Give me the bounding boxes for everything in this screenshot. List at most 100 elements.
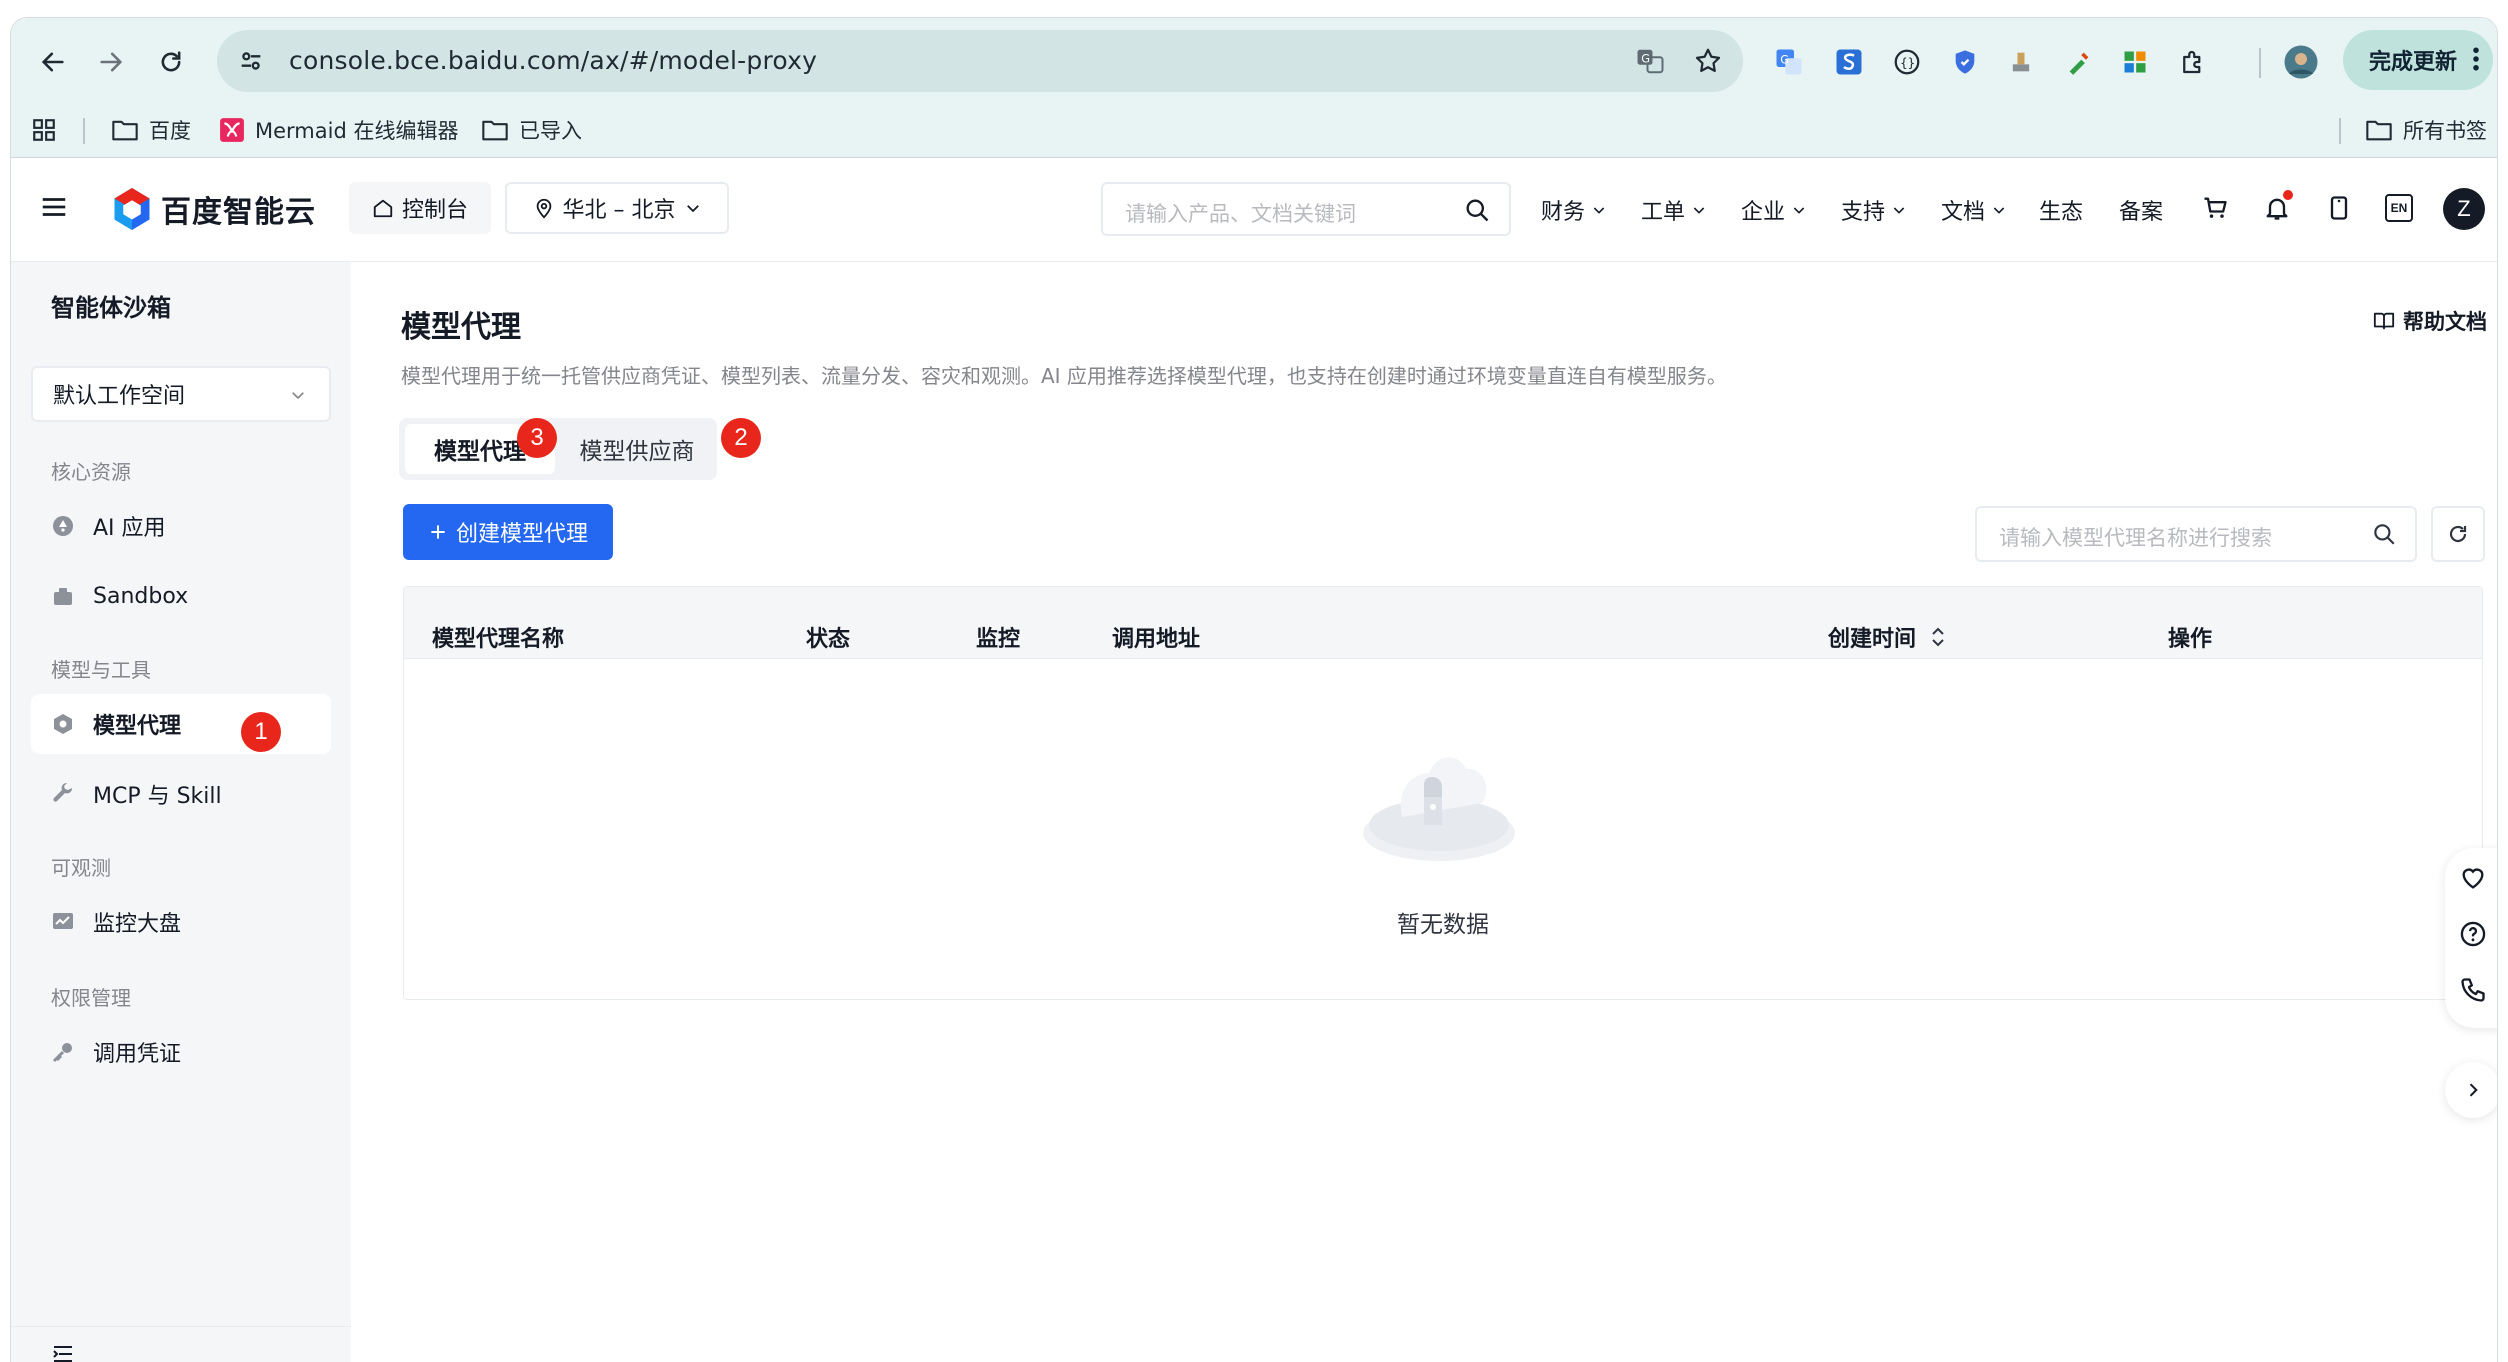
code-ext-icon[interactable]: {} xyxy=(1887,42,1927,82)
language-switch[interactable]: EN xyxy=(2385,194,2413,222)
col-status: 状态 xyxy=(806,627,851,652)
sidebar-group-core: 核心资源 xyxy=(51,460,131,484)
plus-icon xyxy=(431,525,445,539)
menu-enterprise[interactable]: 企业 xyxy=(1741,194,1807,226)
collapse-sidebar-icon[interactable] xyxy=(51,1344,75,1362)
bookmarks-divider xyxy=(83,118,85,144)
chevron-down-icon xyxy=(686,205,699,213)
bookmark-imported[interactable]: 已导入 xyxy=(481,110,582,150)
baidu-cloud-logo-icon xyxy=(114,188,150,230)
address-bar[interactable]: console.bce.baidu.com/ax/#/model-proxy G xyxy=(217,30,1743,92)
sort-icon xyxy=(1932,627,1944,647)
bookmarks-divider xyxy=(2339,118,2341,144)
page-title: 模型代理 xyxy=(401,310,521,345)
home-icon xyxy=(373,199,393,218)
col-endpoint: 调用地址 xyxy=(1112,627,1201,652)
key-icon xyxy=(52,1043,72,1063)
extensions-puzzle-icon[interactable] xyxy=(2173,42,2213,82)
favorite-icon[interactable] xyxy=(2459,864,2487,892)
page-description: 模型代理用于统一托管供应商凭证、模型列表、流量分发、容灾和观测。AI 应用推荐选… xyxy=(401,364,1727,388)
browser-window: console.bce.baidu.com/ax/#/model-proxy G… xyxy=(11,18,2497,1362)
col-name: 模型代理名称 xyxy=(432,627,565,652)
sidebar-footer-divider xyxy=(11,1326,351,1327)
url-text: console.bce.baidu.com/ax/#/model-proxy xyxy=(289,46,818,75)
shield-ext-icon[interactable] xyxy=(1945,42,1985,82)
refresh-icon xyxy=(2449,525,2467,543)
picker-ext-icon[interactable] xyxy=(2059,42,2099,82)
more-vert-icon xyxy=(2471,44,2481,74)
ai-app-icon xyxy=(53,516,73,536)
translate-icon[interactable]: G xyxy=(1635,46,1665,76)
sidebar-item-model-proxy[interactable]: 模型代理 xyxy=(31,694,331,754)
user-avatar[interactable]: Z xyxy=(2443,188,2485,230)
empty-data-text: 暂无数据 xyxy=(1397,912,1489,938)
annotation-badge-3: 3 xyxy=(517,418,557,458)
search-icon[interactable] xyxy=(2371,521,2397,547)
proxy-search-input[interactable]: 请输入模型代理名称进行搜索 xyxy=(1975,506,2417,562)
site-settings-icon[interactable] xyxy=(237,47,265,75)
model-proxy-icon xyxy=(54,714,72,734)
update-button[interactable]: 完成更新 xyxy=(2343,30,2493,90)
col-actions: 操作 xyxy=(2168,627,2213,652)
cart-icon[interactable] xyxy=(2201,194,2229,222)
bookmark-baidu[interactable]: 百度 xyxy=(111,110,191,150)
svg-text:G: G xyxy=(1780,53,1789,66)
menu-finance[interactable]: 财务 xyxy=(1541,194,1607,226)
back-button[interactable] xyxy=(31,40,75,84)
tab-model-provider[interactable]: 模型供应商 xyxy=(567,424,707,474)
help-docs-link[interactable]: 帮助文档 xyxy=(2373,306,2487,336)
location-icon xyxy=(536,198,551,219)
chevron-right-icon xyxy=(2469,1083,2478,1097)
sandbox-icon xyxy=(54,588,72,605)
forward-button[interactable] xyxy=(89,40,133,84)
apps-grid-icon[interactable] xyxy=(31,110,57,150)
all-bookmarks[interactable]: 所有书签 xyxy=(2365,110,2487,150)
phone-icon[interactable] xyxy=(2459,976,2487,1004)
google-translate-ext-icon[interactable]: G xyxy=(1769,42,1809,82)
wrench-icon xyxy=(53,782,73,802)
console-button[interactable]: 控制台 xyxy=(349,182,491,234)
menu-support[interactable]: 支持 xyxy=(1841,194,1907,226)
sidebar-item-mcp-skill[interactable]: MCP 与 Skill xyxy=(31,764,331,824)
sidebar-group-model-tools: 模型与工具 xyxy=(51,658,151,682)
bell-icon[interactable] xyxy=(2263,190,2293,222)
col-created-time[interactable]: 创建时间 xyxy=(1828,621,1946,653)
reload-button[interactable] xyxy=(149,40,193,84)
help-circle-icon[interactable] xyxy=(2459,920,2487,948)
s-ext-icon[interactable] xyxy=(1829,42,1869,82)
empty-data-icon xyxy=(1362,737,1516,863)
link-ecosystem[interactable]: 生态 xyxy=(2039,194,2083,226)
folder-icon xyxy=(112,120,138,141)
sidebar-group-observability: 可观测 xyxy=(51,856,111,880)
expand-panel-button[interactable] xyxy=(2445,1062,2497,1118)
create-model-proxy-button[interactable]: 创建模型代理 xyxy=(403,504,613,560)
bookmark-mermaid[interactable]: Mermaid 在线编辑器 xyxy=(219,110,458,150)
brand-logo[interactable]: 百度智能云 xyxy=(111,186,316,232)
star-icon[interactable] xyxy=(1693,46,1723,76)
menu-ticket[interactable]: 工单 xyxy=(1641,194,1707,226)
mobile-icon[interactable] xyxy=(2325,194,2353,222)
refresh-button[interactable] xyxy=(2431,506,2485,562)
search-icon[interactable] xyxy=(1463,196,1491,224)
floating-toolbar xyxy=(2445,848,2497,1028)
sidebar-item-credentials[interactable]: 调用凭证 xyxy=(31,1022,331,1082)
sidebar-item-ai-app[interactable]: AI 应用 xyxy=(31,496,331,556)
region-selector[interactable]: 华北 – 北京 xyxy=(505,182,729,234)
sidebar-item-sandbox[interactable]: Sandbox xyxy=(31,566,331,626)
annotation-badge-1: 1 xyxy=(241,712,281,752)
hamburger-menu-icon[interactable] xyxy=(39,192,69,222)
browser-chrome: console.bce.baidu.com/ax/#/model-proxy G… xyxy=(11,18,2497,158)
global-search-input[interactable]: 请输入产品、文档关键词 xyxy=(1101,182,1511,236)
menu-docs[interactable]: 文档 xyxy=(1941,194,2007,226)
stamp-ext-icon[interactable] xyxy=(2001,42,2041,82)
main-content: 模型代理 帮助文档 模型代理用于统一托管供应商凭证、模型列表、流量分发、容灾和观… xyxy=(351,262,2497,1362)
annotation-badge-2: 2 xyxy=(721,418,761,458)
monitor-icon xyxy=(53,913,73,929)
profile-avatar-icon[interactable] xyxy=(2281,42,2321,82)
chevron-down-icon xyxy=(1893,207,1905,214)
link-filing[interactable]: 备案 xyxy=(2119,194,2163,226)
workspace-select[interactable]: 默认工作空间 xyxy=(31,366,331,422)
grid-ext-icon[interactable] xyxy=(2115,42,2155,82)
chevron-down-icon xyxy=(1593,207,1605,214)
sidebar-item-monitor[interactable]: 监控大盘 xyxy=(31,892,331,952)
